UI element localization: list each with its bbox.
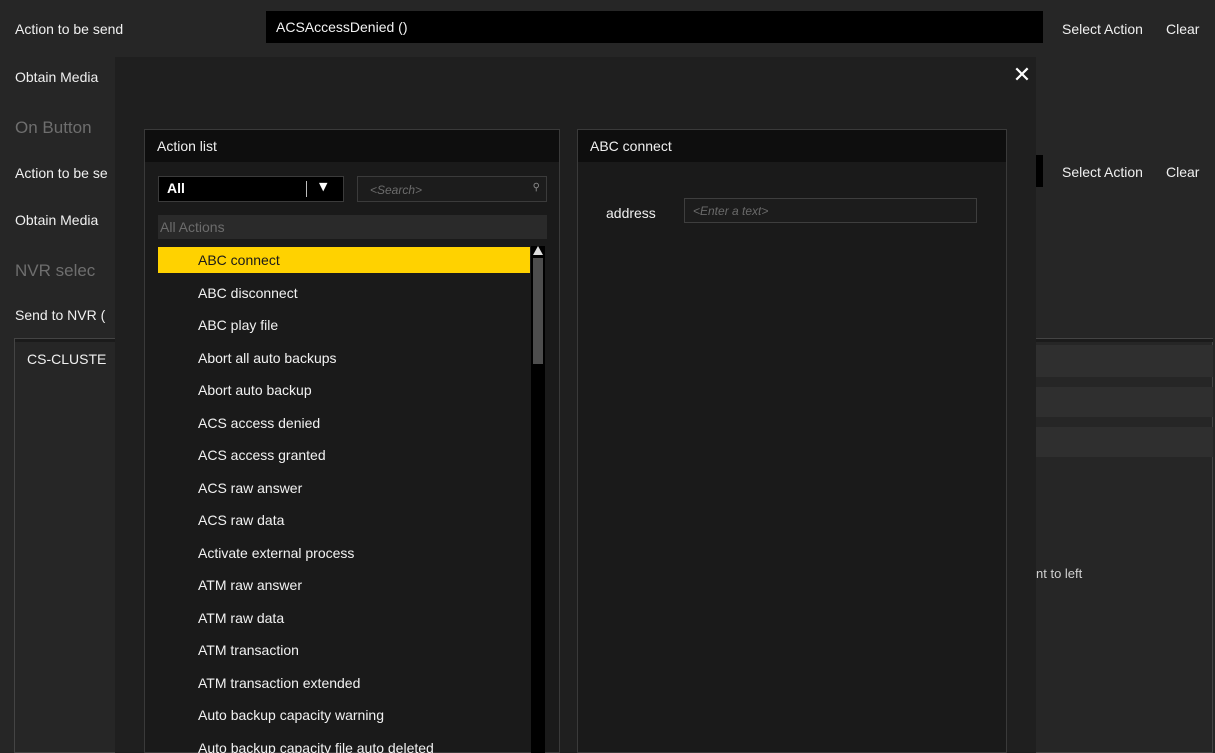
action-list-item[interactable]: Auto backup capacity warning [158, 702, 530, 728]
second-action-field-edge[interactable] [1036, 155, 1043, 187]
action-to-be-send-label: Action to be send [15, 21, 124, 37]
send-to-nvr-label: Send to NVR ( [15, 307, 106, 323]
nvr-selection-section-title: NVR selec [15, 261, 96, 280]
action-list-item[interactable]: ATM raw data [158, 605, 530, 631]
background-hint-text: nt to left [1036, 566, 1083, 581]
action-list-item[interactable]: ABC play file [158, 312, 530, 338]
category-filter-value: All [167, 180, 185, 196]
action-list-item[interactable]: ACS raw answer [158, 475, 530, 501]
address-input[interactable] [684, 198, 977, 223]
action-details-title: ABC connect [578, 130, 1006, 162]
action-list-item[interactable]: ACS access denied [158, 410, 530, 436]
nvr-cluster-item[interactable]: CS-CLUSTE [27, 351, 106, 367]
modal-title-bar [115, 57, 1036, 98]
clear-button[interactable]: Clear [1166, 21, 1199, 37]
clear-button-2[interactable]: Clear [1166, 164, 1199, 180]
obtain-media-label-2: Obtain Media [15, 212, 99, 228]
dropdown-separator [306, 181, 307, 197]
on-button-section-title: On Button [15, 118, 92, 137]
list-row-stripe [1036, 427, 1213, 457]
action-list-item[interactable]: ACS raw data [158, 507, 530, 533]
select-action-button[interactable]: Select Action [1062, 21, 1143, 37]
action-list-item[interactable]: ACS access granted [158, 442, 530, 468]
scroll-up-arrow-icon[interactable] [533, 246, 543, 255]
select-action-button-2[interactable]: Select Action [1062, 164, 1143, 180]
close-icon[interactable]: ✕ [1012, 64, 1032, 88]
action-list-item[interactable]: ABC disconnect [158, 280, 530, 306]
action-list-item[interactable]: ABC connect [158, 247, 530, 273]
chevron-down-icon[interactable]: ▼ [319, 180, 327, 193]
action-to-be-send-label-2: Action to be se [15, 165, 108, 181]
search-input[interactable] [358, 177, 542, 203]
list-row-stripe [1036, 345, 1213, 377]
action-list-scrollbar[interactable] [531, 246, 545, 753]
group-header-all-actions: All Actions [158, 215, 547, 239]
action-list-item[interactable]: Abort all auto backups [158, 345, 530, 371]
action-list-item[interactable]: ATM transaction [158, 637, 530, 663]
category-filter-dropdown[interactable]: All ▼ [158, 176, 344, 202]
obtain-media-label: Obtain Media [15, 69, 99, 85]
list-row-stripe [1036, 387, 1213, 417]
action-list-item[interactable]: Abort auto backup [158, 377, 530, 403]
action-list-item[interactable]: Activate external process [158, 540, 530, 566]
action-list-item[interactable]: ATM transaction extended [158, 670, 530, 696]
action-list-item[interactable]: Auto backup capacity file auto deleted [158, 735, 530, 753]
search-icon: ⚲ [532, 182, 540, 193]
address-label: address [606, 205, 656, 221]
action-search-box[interactable]: ⚲ [357, 176, 547, 203]
scrollbar-thumb[interactable] [533, 258, 543, 364]
action-list-title: Action list [145, 130, 559, 162]
action-list: ABC connect ABC disconnect ABC play file Ab… [158, 246, 530, 753]
action-list-item[interactable]: ATM raw answer [158, 572, 530, 598]
action-to-be-send-field[interactable]: ACSAccessDenied () [266, 11, 1043, 43]
